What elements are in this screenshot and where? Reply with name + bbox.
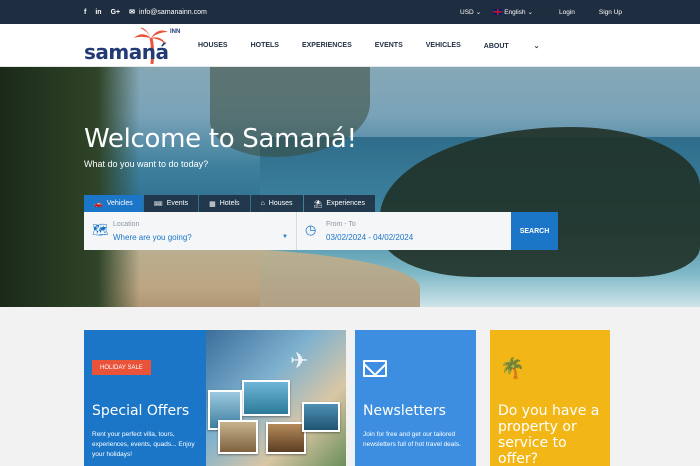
tab-vehicles[interactable]: 🚗 Vehicles <box>84 195 143 212</box>
offer-property-card[interactable]: 🌴 Do you have a property or service to o… <box>490 330 610 466</box>
nav-about-label: ABOUT <box>483 42 509 50</box>
date-label: From - To <box>326 221 356 228</box>
tab-label: Experiences <box>326 200 365 207</box>
clock-icon: ◷ <box>305 222 317 237</box>
nav-experiences[interactable]: EXPERIENCES <box>302 42 352 49</box>
offers-photo-collage: ✈ <box>206 330 346 466</box>
linkedin-icon[interactable]: in <box>95 9 101 16</box>
social-links: f in G+ ✉ info@samanainn.com <box>84 0 207 24</box>
photo-thumbnail <box>302 402 340 432</box>
location-label: Location <box>113 221 140 228</box>
experience-icon: ⛱ <box>313 200 323 208</box>
search-form: 🗺 Location Where are you going? ▼ ◷ From… <box>84 212 558 250</box>
nav-about[interactable]: ABOUT ⌄ <box>484 42 563 50</box>
tab-events[interactable]: 🎟 Events <box>143 195 199 212</box>
hero-foliage <box>0 67 140 307</box>
main-navigation: INN samaná HOUSES HOTELS EXPERIENCES EVE… <box>0 24 700 67</box>
email-text: info@samanainn.com <box>139 8 207 16</box>
tab-label: Vehicles <box>106 200 133 207</box>
chevron-down-icon: ⌄ <box>527 9 533 16</box>
hero-subtitle: What do you want to do today? <box>84 159 209 169</box>
logo-inn: INN <box>170 29 181 35</box>
newsletter-text: Join for free and get our tailored newsl… <box>363 431 461 448</box>
date-range-input[interactable]: 03/02/2024 - 04/02/2024 <box>326 233 413 242</box>
building-icon: ▦ <box>209 200 216 208</box>
house-icon: ⌂ <box>260 200 265 207</box>
nav-events[interactable]: EVENTS <box>375 42 403 49</box>
newsletter-mail-icon <box>363 360 387 377</box>
date-range-field[interactable]: ◷ From - To 03/02/2024 - 04/02/2024 <box>297 212 511 250</box>
airplane-icon: ✈ <box>290 348 309 373</box>
language-selector[interactable]: English ⌄ <box>493 8 533 16</box>
offers-title: Special Offers <box>92 403 190 419</box>
photo-thumbnail <box>242 380 290 416</box>
special-offers-card[interactable]: ✈ HOLIDAY SALE Special Offers Rent your … <box>84 330 346 466</box>
facebook-icon[interactable]: f <box>84 9 86 16</box>
google-plus-icon[interactable]: G+ <box>111 9 121 16</box>
currency-selector[interactable]: USD ⌄ <box>460 8 482 17</box>
tab-hotels[interactable]: ▦ Hotels <box>199 195 250 212</box>
nav-hotels[interactable]: HOTELS <box>251 42 279 49</box>
nav-vehicles[interactable]: VEHICLES <box>426 42 461 49</box>
hero-section: Welcome to Samaná! What do you want to d… <box>0 67 700 307</box>
tab-label: Events <box>166 200 189 207</box>
holiday-sale-badge: HOLIDAY SALE <box>92 360 151 375</box>
topbar-right: USD ⌄ English ⌄ Login Sign Up <box>460 0 622 24</box>
map-icon: 🗺 <box>92 222 109 237</box>
logo-text: samaná <box>84 40 169 64</box>
login-link[interactable]: Login <box>559 9 575 16</box>
offers-text: Rent your perfect villa, tours, experien… <box>92 431 195 458</box>
envelope-icon: ✉ <box>129 9 135 16</box>
tab-label: Houses <box>268 200 293 207</box>
search-tabs: 🚗 Vehicles 🎟 Events ▦ Hotels ⌂ Houses ⛱ … <box>84 195 376 212</box>
logo[interactable]: INN samaná <box>84 26 184 66</box>
uk-flag-icon <box>493 9 503 15</box>
nav-houses[interactable]: HOUSES <box>198 42 228 49</box>
newsletter-card[interactable]: Newsletters Join for free and get our ta… <box>355 330 476 466</box>
currency-label: USD <box>460 8 474 16</box>
signup-link[interactable]: Sign Up <box>599 9 622 16</box>
top-bar: f in G+ ✉ info@samanainn.com USD ⌄ Engli… <box>0 0 700 24</box>
photo-thumbnail <box>218 420 258 454</box>
caret-down-icon: ▼ <box>282 234 288 240</box>
email-contact[interactable]: ✉ info@samanainn.com <box>129 8 207 17</box>
location-field[interactable]: 🗺 Location Where are you going? ▼ <box>84 212 297 250</box>
search-button[interactable]: SEARCH <box>511 212 558 250</box>
chevron-down-icon: ⌄ <box>533 42 540 50</box>
car-icon: 🚗 <box>94 200 103 208</box>
location-input[interactable]: Where are you going? <box>113 233 192 242</box>
hero-title: Welcome to Samaná! <box>84 124 357 154</box>
nav-links: HOUSES HOTELS EXPERIENCES EVENTS VEHICLE… <box>198 24 586 67</box>
newsletter-title: Newsletters <box>363 403 446 419</box>
property-title: Do you have a property or service to off… <box>498 403 600 466</box>
ticket-icon: 🎟 <box>153 200 163 208</box>
palm-island-icon: 🌴 <box>500 358 525 380</box>
tab-houses[interactable]: ⌂ Houses <box>250 195 303 212</box>
language-label: English <box>504 8 526 16</box>
chevron-down-icon: ⌄ <box>475 9 482 16</box>
photo-thumbnail <box>266 422 306 454</box>
tab-label: Hotels <box>219 200 240 207</box>
tab-experiences[interactable]: ⛱ Experiences <box>303 195 375 212</box>
